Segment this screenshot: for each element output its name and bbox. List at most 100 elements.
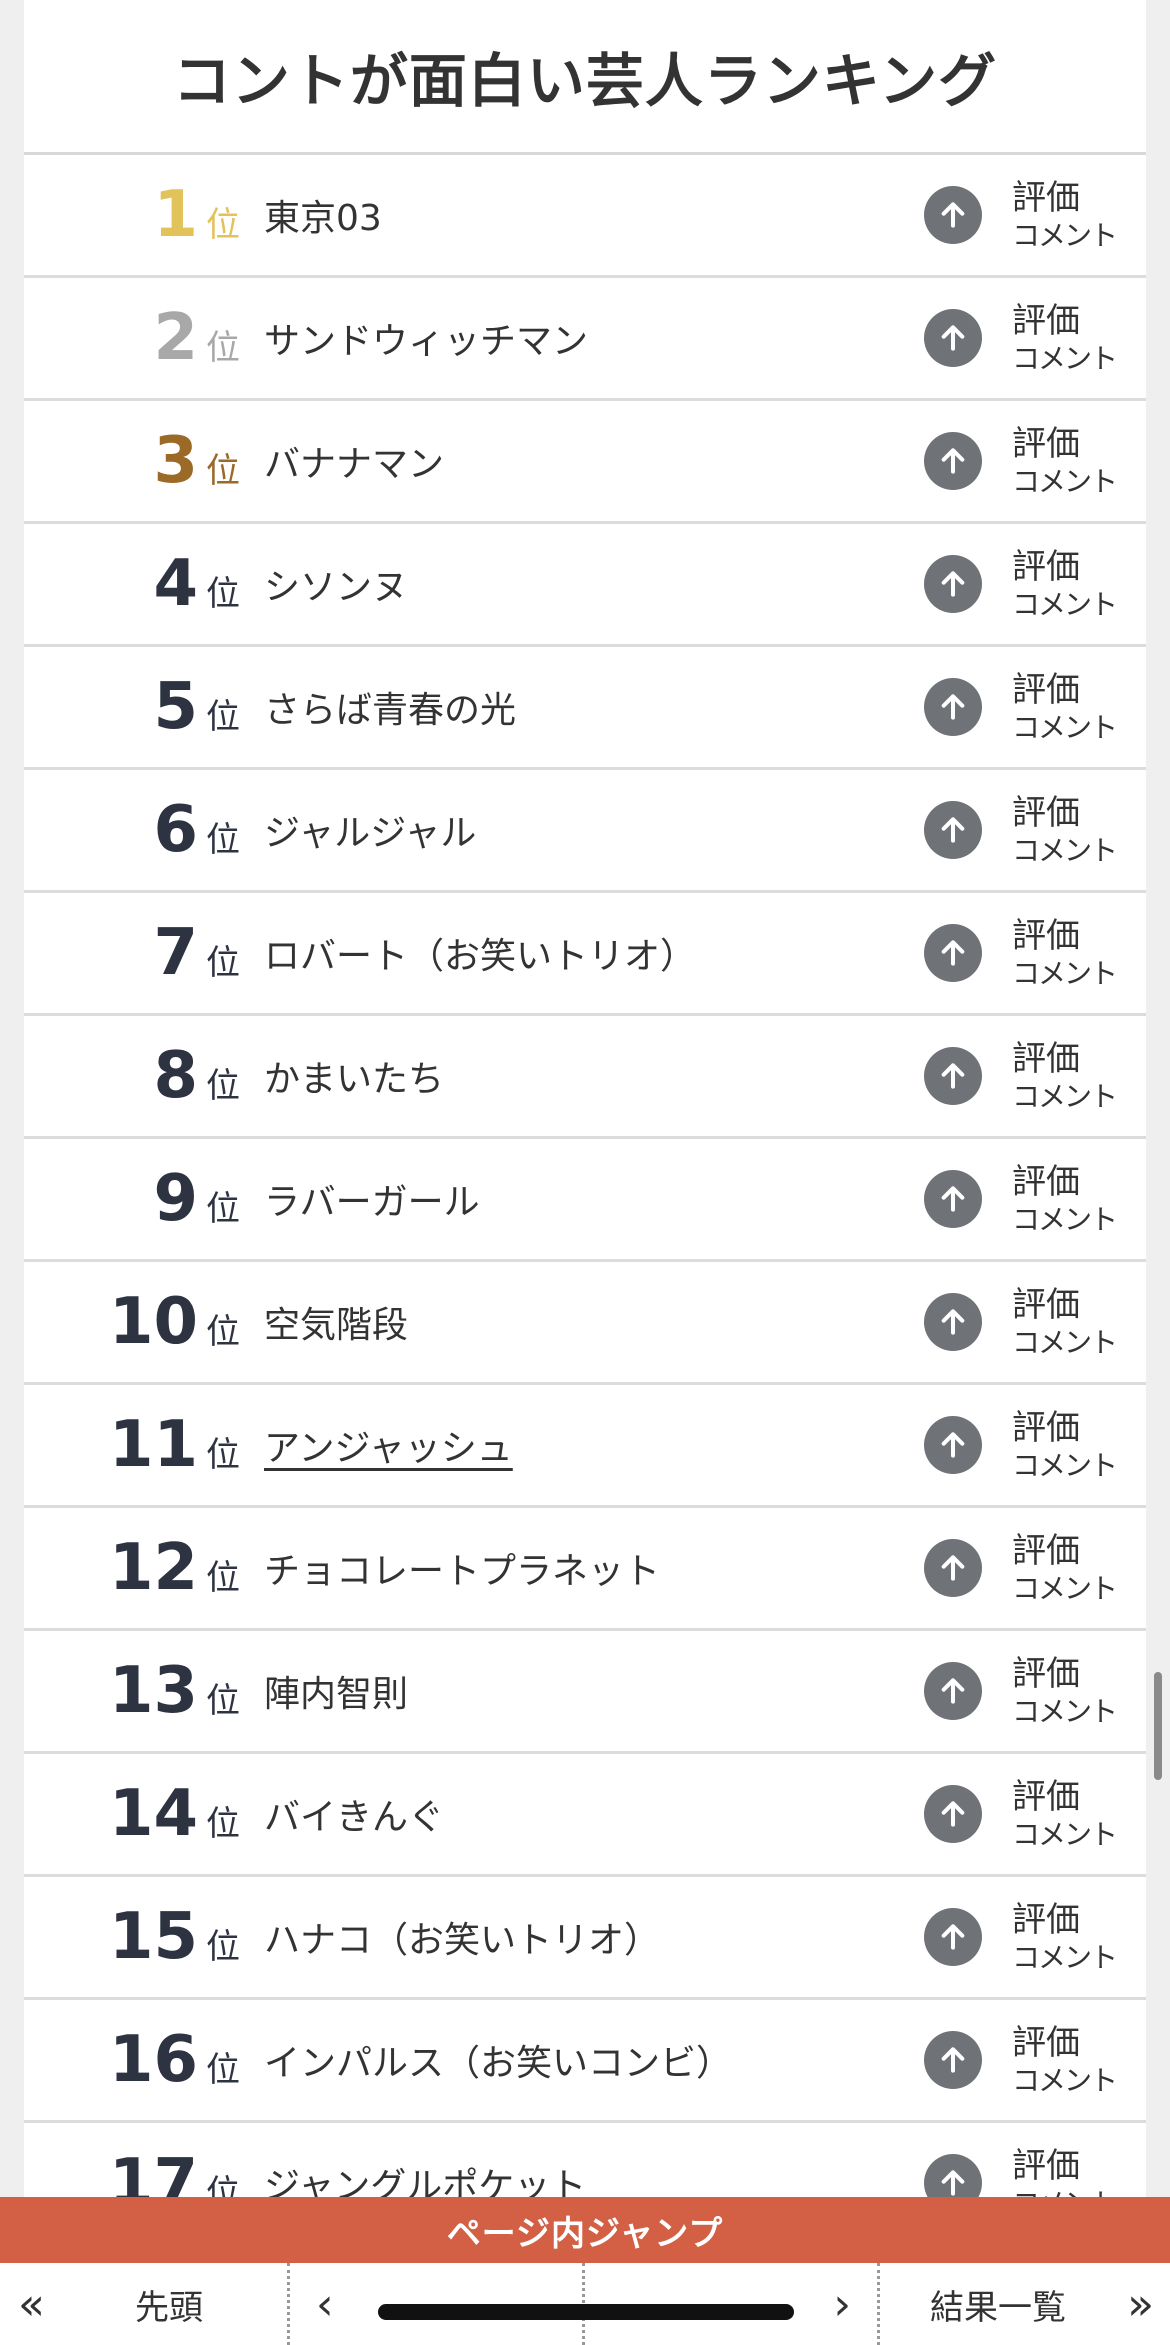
rank-number: 7	[153, 916, 198, 990]
eval-comment-link[interactable]: 評価 コメント	[1012, 1039, 1122, 1113]
rank-group: 2 位	[32, 306, 240, 370]
rank-suffix: 位	[206, 2050, 240, 2090]
rank-suffix: 位	[206, 574, 240, 614]
vote-up-button[interactable]	[924, 186, 982, 244]
eval-comment-link[interactable]: 評価 コメント	[1012, 793, 1122, 867]
entertainer-name: バナナマン	[264, 444, 445, 485]
ranking-row: 1 位 東京03 評価 コメント	[24, 155, 1146, 278]
rank: 7 位	[24, 921, 264, 985]
vote-up-button[interactable]	[924, 1293, 982, 1351]
eval-comment-link[interactable]: 評価 コメント	[1012, 916, 1122, 990]
ranking-list: 1 位 東京03 評価 コメント 2 位 サンドウィッチマン 評価 コメント 3…	[24, 155, 1146, 2246]
entertainer-name: ジャルジャル	[264, 813, 477, 854]
eval-comment-link[interactable]: 評価 コメント	[1012, 178, 1122, 252]
entertainer-name[interactable]: アンジャッシュ	[264, 1419, 924, 1471]
ranking-row: 10 位 空気階段 評価 コメント	[24, 1262, 1146, 1385]
entertainer-name: ロバート（お笑いトリオ）	[264, 936, 697, 977]
rank: 3 位	[24, 429, 264, 493]
rank-group: 1 位	[32, 183, 240, 247]
rank-suffix: 位	[206, 1312, 240, 1352]
comment-label: コメント	[1012, 1694, 1118, 1728]
eval-comment-link[interactable]: 評価 コメント	[1012, 424, 1122, 498]
vote-up-button[interactable]	[924, 1662, 982, 1720]
comment-label: コメント	[1012, 1448, 1118, 1482]
eval-comment-link[interactable]: 評価 コメント	[1012, 670, 1122, 744]
eval-label: 評価	[1012, 177, 1080, 218]
rank-suffix: 位	[206, 205, 240, 245]
arrow-up-icon	[941, 1801, 965, 1827]
vote-up-button[interactable]	[924, 1416, 982, 1474]
rank-suffix: 位	[206, 451, 240, 491]
arrow-up-icon	[941, 571, 965, 597]
vote-up-button[interactable]	[924, 678, 982, 736]
vote-up-button[interactable]	[924, 432, 982, 490]
rank-number: 10	[108, 1285, 198, 1359]
ranking-row: 13 位 陣内智則 評価 コメント	[24, 1631, 1146, 1754]
comment-label: コメント	[1012, 218, 1118, 252]
page-jump-bar[interactable]: ページ内ジャンプ	[0, 2197, 1170, 2263]
eval-label: 評価	[1012, 1161, 1080, 1202]
arrow-up-icon	[941, 1186, 965, 1212]
rank-group: 6 位	[32, 798, 240, 862]
comment-label: コメント	[1012, 587, 1118, 621]
nav-first-button[interactable]: « 先頭	[0, 2263, 290, 2345]
rank-suffix: 位	[206, 1804, 240, 1844]
rank-group: 13 位	[32, 1659, 240, 1723]
rank-suffix: 位	[206, 1435, 240, 1475]
vote-up-button[interactable]	[924, 1908, 982, 1966]
arrow-up-icon	[941, 1063, 965, 1089]
eval-label: 評価	[1012, 1284, 1080, 1325]
vote-up-button[interactable]	[924, 801, 982, 859]
scrollbar[interactable]	[1154, 1672, 1162, 1780]
comment-label: コメント	[1012, 956, 1118, 990]
eval-label: 評価	[1012, 423, 1080, 464]
eval-comment-link[interactable]: 評価 コメント	[1012, 547, 1122, 621]
rank-group: 10 位	[32, 1290, 240, 1354]
eval-comment-link[interactable]: 評価 コメント	[1012, 301, 1122, 375]
rank-group: 3 位	[32, 429, 240, 493]
vote-up-button[interactable]	[924, 2031, 982, 2089]
eval-label: 評価	[1012, 669, 1080, 710]
rank-number: 9	[153, 1162, 198, 1236]
vote-up-button[interactable]	[924, 1785, 982, 1843]
nav-results-label: 結果一覧	[930, 2287, 1066, 2328]
ranking-row: 12 位 チョコレートプラネット 評価 コメント	[24, 1508, 1146, 1631]
vote-up-button[interactable]	[924, 1539, 982, 1597]
rank-suffix: 位	[206, 1558, 240, 1598]
rank: 11 位	[24, 1413, 264, 1477]
rank-number: 4	[153, 547, 198, 621]
rank: 1 位	[24, 183, 264, 247]
comment-label: コメント	[1012, 2063, 1118, 2097]
ranking-row: 5 位 さらば青春の光 評価 コメント	[24, 647, 1146, 770]
vote-up-button[interactable]	[924, 1047, 982, 1105]
vote-up-button[interactable]	[924, 1170, 982, 1228]
arrow-up-icon	[941, 448, 965, 474]
eval-comment-link[interactable]: 評価 コメント	[1012, 1162, 1122, 1236]
nav-results-button[interactable]: 結果一覧 »	[880, 2263, 1170, 2345]
eval-comment-link[interactable]: 評価 コメント	[1012, 1285, 1122, 1359]
rank-number: 5	[153, 670, 198, 744]
rank-suffix: 位	[206, 1189, 240, 1229]
eval-comment-link[interactable]: 評価 コメント	[1012, 2023, 1122, 2097]
eval-label: 評価	[1012, 1776, 1080, 1817]
rank: 12 位	[24, 1536, 264, 1600]
arrow-up-icon	[941, 2170, 965, 2196]
eval-comment-link[interactable]: 評価 コメント	[1012, 1408, 1122, 1482]
rank: 10 位	[24, 1290, 264, 1354]
eval-label: 評価	[1012, 1407, 1080, 1448]
comment-label: コメント	[1012, 1571, 1118, 1605]
eval-comment-link[interactable]: 評価 コメント	[1012, 1777, 1122, 1851]
arrow-up-icon	[941, 940, 965, 966]
rank: 13 位	[24, 1659, 264, 1723]
rank-suffix: 位	[206, 1927, 240, 1967]
page-jump-label: ページ内ジャンプ	[446, 2213, 724, 2254]
vote-up-button[interactable]	[924, 309, 982, 367]
rank-number: 6	[153, 793, 198, 867]
eval-comment-link[interactable]: 評価 コメント	[1012, 1531, 1122, 1605]
vote-up-button[interactable]	[924, 924, 982, 982]
vote-up-button[interactable]	[924, 555, 982, 613]
eval-comment-link[interactable]: 評価 コメント	[1012, 1654, 1122, 1728]
rank-suffix: 位	[206, 943, 240, 983]
eval-comment-link[interactable]: 評価 コメント	[1012, 1900, 1122, 1974]
rank-group: 7 位	[32, 921, 240, 985]
